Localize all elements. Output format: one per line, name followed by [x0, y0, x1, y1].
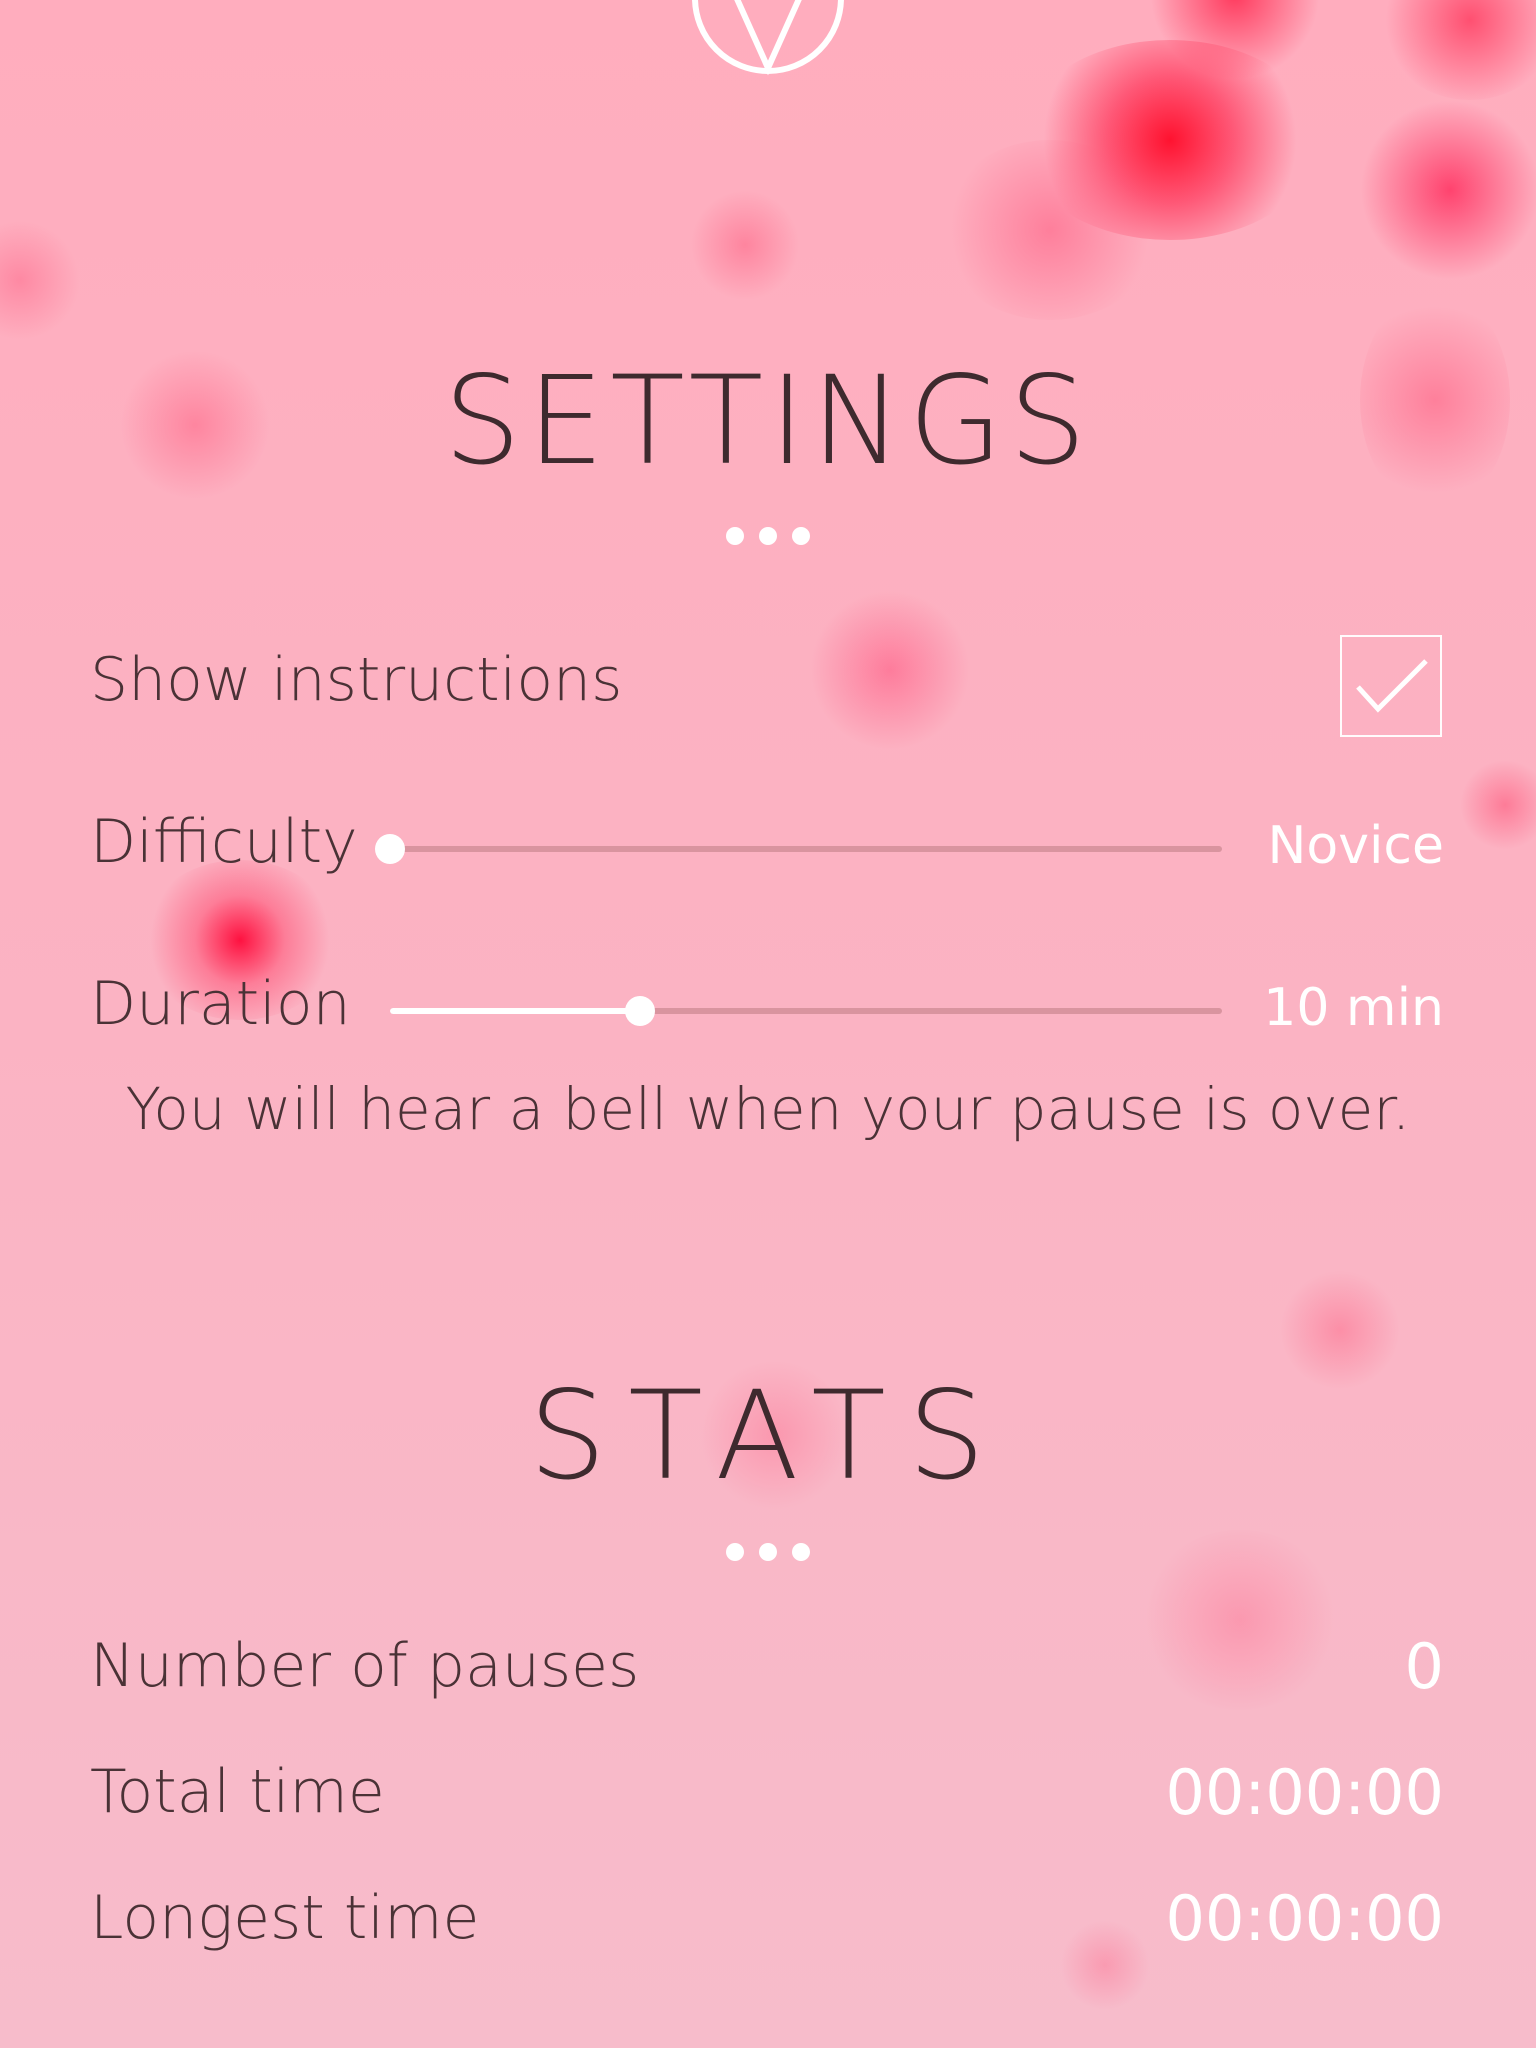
- stat-label-total-time: Total time: [90, 1757, 385, 1827]
- divider-dot: [759, 1543, 777, 1561]
- settings-screen: SETTINGS Show instructions Difficulty No…: [0, 0, 1536, 2048]
- stats-title: STATS: [528, 1365, 1008, 1507]
- slider-fill: [390, 1008, 640, 1014]
- stat-label-pauses: Number of pauses: [90, 1631, 640, 1701]
- slider-thumb[interactable]: [624, 996, 655, 1026]
- divider-dot: [726, 527, 744, 545]
- divider-dot: [726, 1543, 744, 1561]
- difficulty-slider[interactable]: [375, 831, 1222, 867]
- difficulty-value: Novice: [1267, 816, 1444, 876]
- divider-dot: [792, 527, 810, 545]
- slider-track: [390, 846, 1222, 852]
- divider-dot: [792, 1543, 810, 1561]
- bell-note: You will hear a bell when your pause is …: [125, 1075, 1411, 1143]
- show-instructions-checkbox[interactable]: [1340, 635, 1442, 737]
- leaf-circle-icon: [692, 0, 844, 76]
- duration-slider[interactable]: [390, 993, 1222, 1029]
- difficulty-label: Difficulty: [90, 807, 358, 877]
- stat-value-longest-time: 00:00:00: [1165, 1882, 1444, 1955]
- stats-dots-divider: [726, 1543, 810, 1561]
- slider-thumb[interactable]: [375, 834, 405, 864]
- checkmark-icon: [1356, 659, 1428, 713]
- settings-title: SETTINGS: [443, 350, 1093, 492]
- settings-dots-divider: [726, 527, 810, 545]
- stat-value-pauses: 0: [1404, 1630, 1444, 1703]
- stat-label-longest-time: Longest time: [90, 1883, 480, 1953]
- divider-dot: [759, 527, 777, 545]
- show-instructions-label: Show instructions: [90, 645, 623, 715]
- duration-label: Duration: [90, 969, 351, 1039]
- stat-value-total-time: 00:00:00: [1165, 1756, 1444, 1829]
- duration-value: 10 min: [1263, 978, 1444, 1038]
